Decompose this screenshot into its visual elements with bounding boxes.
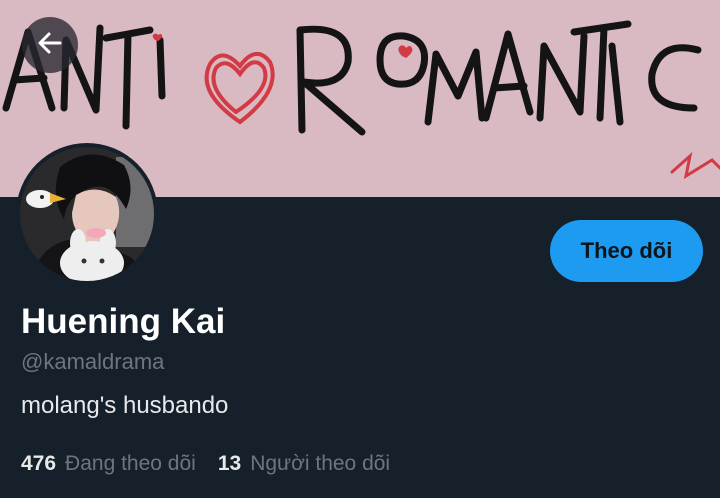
follow-button[interactable]: Theo dõi xyxy=(550,220,703,282)
following-count: 476 xyxy=(21,452,57,475)
avatar-image xyxy=(20,147,154,281)
followers-label: Người theo dõi xyxy=(250,452,391,475)
followers-stat[interactable]: 13 Người theo dõi xyxy=(218,452,390,476)
followers-count: 13 xyxy=(217,452,242,475)
arrow-left-icon xyxy=(36,29,64,62)
follow-stats: 476 Đang theo dõi 13 Người theo dõi xyxy=(21,452,412,476)
following-stat[interactable]: 476 Đang theo dõi xyxy=(21,452,196,476)
following-label: Đang theo dõi xyxy=(65,452,196,475)
back-button[interactable] xyxy=(22,17,78,73)
profile-bio: molang's husbando xyxy=(21,392,229,419)
avatar[interactable] xyxy=(16,143,158,285)
username-handle: @kamaldrama xyxy=(21,349,165,374)
display-name: Huening Kai xyxy=(21,302,226,341)
